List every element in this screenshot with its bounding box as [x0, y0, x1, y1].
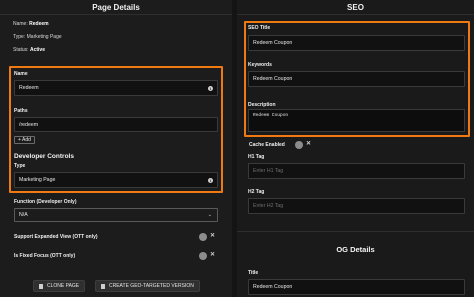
- h2-tag-label: H2 Tag: [248, 189, 265, 195]
- name-input[interactable]: Redeem i: [14, 80, 218, 96]
- og-divider: [237, 231, 474, 232]
- h2-tag-input[interactable]: Enter H2 Tag: [248, 198, 465, 214]
- page-details-title: Page Details: [92, 3, 140, 12]
- description-textarea[interactable]: Redeem Coupon: [248, 109, 465, 132]
- seo-panel: SEO SEO Title Redeem Coupon Keywords Red…: [237, 0, 474, 297]
- add-path-button[interactable]: + Add: [14, 136, 35, 144]
- meta-status: Status: Active: [13, 47, 45, 53]
- meta-name-label: Name:: [13, 21, 28, 27]
- h2-tag-placeholder: Enter H2 Tag: [253, 203, 284, 209]
- h1-tag-label: H1 Tag: [248, 154, 265, 160]
- meta-type-value: Marketing Page: [26, 34, 62, 40]
- create-geo-version-button[interactable]: CREATE GEO-TARGETED VERSION: [95, 280, 200, 292]
- clone-page-button[interactable]: CLONE PAGE: [33, 280, 86, 292]
- is-fixed-focus-toggle[interactable]: [199, 252, 207, 260]
- paths-label: Paths: [14, 108, 28, 114]
- og-title-input[interactable]: Redeem Coupon: [248, 279, 465, 295]
- close-icon: ✕: [210, 233, 216, 239]
- meta-name: Name: Redeem: [13, 21, 49, 27]
- keywords-value: Redeem Coupon: [253, 76, 293, 82]
- support-expanded-view-toggle[interactable]: [199, 233, 207, 241]
- type-input-value: Marketing Page: [19, 177, 56, 183]
- is-fixed-focus-label: Is Fixed Focus (OTT only): [14, 253, 76, 259]
- cache-enabled-label: Cache Enabled: [249, 142, 285, 148]
- meta-name-value: Redeem: [29, 21, 49, 27]
- description-label: Description: [248, 102, 276, 108]
- function-label: Function (Developer Only): [14, 199, 77, 205]
- document-icon: [101, 283, 105, 289]
- type-input[interactable]: Marketing Page i: [14, 172, 218, 188]
- seo-title-value: Redeem Coupon: [253, 40, 293, 46]
- document-icon: [39, 283, 43, 289]
- seo-title-input[interactable]: Redeem Coupon: [248, 35, 465, 51]
- meta-type-label: Type:: [13, 34, 26, 40]
- header-divider: [237, 14, 474, 15]
- keywords-label: Keywords: [248, 62, 272, 68]
- header-divider: [0, 14, 232, 15]
- og-title-value: Redeem Coupon: [253, 284, 293, 290]
- meta-status-value: Active: [29, 47, 45, 53]
- seo-title: SEO: [347, 3, 364, 12]
- og-title-label: Title: [248, 270, 259, 276]
- clone-page-label: CLONE PAGE: [47, 283, 80, 289]
- create-geo-version-label: CREATE GEO-TARGETED VERSION: [109, 283, 194, 289]
- name-input-value: Redeem: [19, 85, 39, 91]
- info-icon[interactable]: i: [208, 85, 213, 91]
- function-select[interactable]: N/A ⌄: [14, 208, 218, 222]
- paths-input-value: /redeem: [19, 121, 39, 128]
- og-details-heading: OG Details: [336, 245, 375, 254]
- meta-type: Type: Marketing Page: [13, 34, 62, 40]
- developer-controls-heading: Developer Controls: [14, 153, 74, 160]
- h1-tag-input[interactable]: Enter H1 Tag: [248, 163, 465, 179]
- chevron-down-icon: ⌄: [207, 212, 212, 218]
- support-expanded-view-label: Support Expanded View (OTT only): [14, 234, 98, 240]
- type-label: Type: [14, 163, 26, 169]
- name-label: Name: [14, 71, 28, 77]
- page-details-panel: Page Details Name: Redeem Type: Marketin…: [0, 0, 232, 297]
- description-value: Redeem Coupon: [253, 113, 289, 118]
- function-select-value: N/A: [19, 212, 28, 218]
- meta-status-label: Status:: [13, 47, 29, 53]
- paths-input[interactable]: /redeem: [14, 117, 218, 132]
- close-icon: ✕: [210, 252, 216, 258]
- info-icon[interactable]: i: [208, 177, 213, 183]
- h1-tag-placeholder: Enter H1 Tag: [253, 168, 284, 174]
- keywords-input[interactable]: Redeem Coupon: [248, 71, 465, 87]
- close-icon: ✕: [306, 141, 312, 147]
- cache-enabled-toggle[interactable]: [295, 141, 303, 149]
- seo-title-label: SEO Title: [248, 25, 271, 31]
